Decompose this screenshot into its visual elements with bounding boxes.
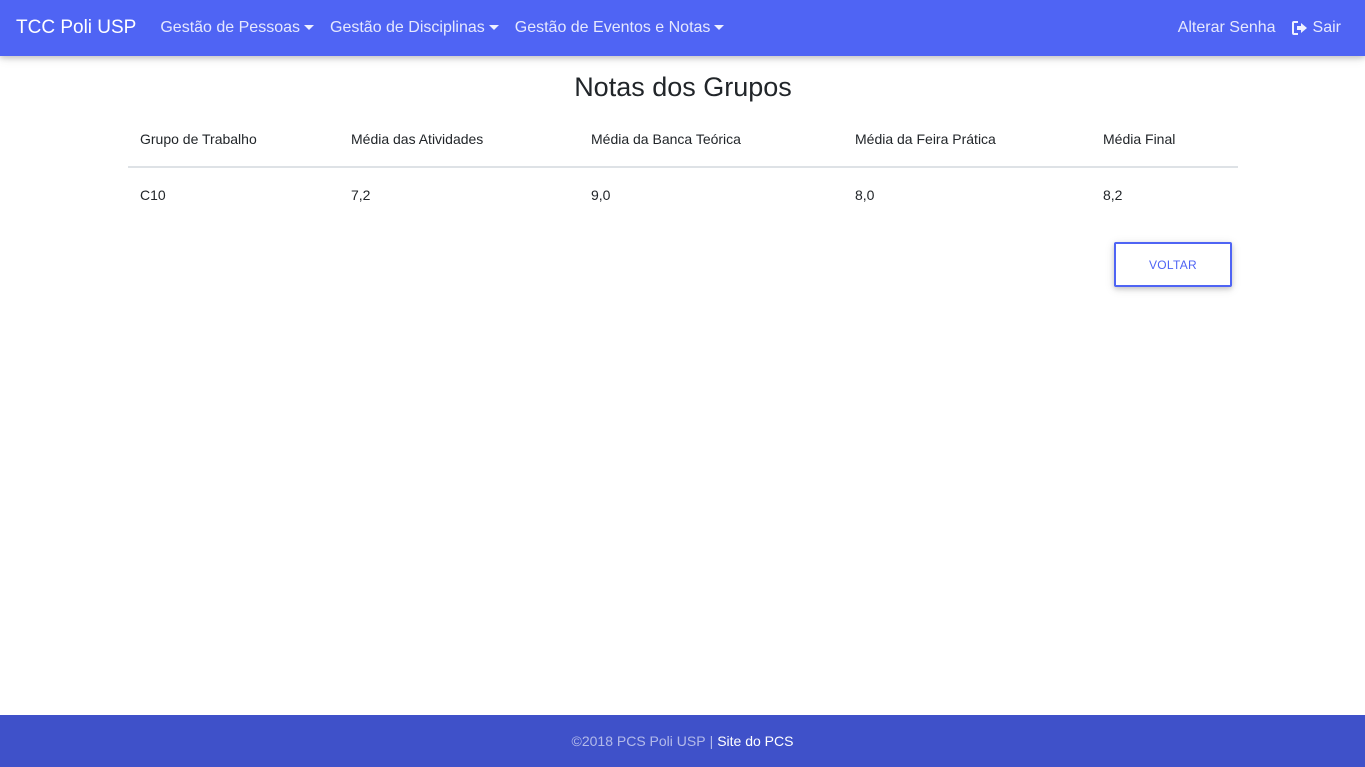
main-content: Notas dos Grupos Grupo de Trabalho Média… bbox=[128, 56, 1238, 302]
menu-gestao-pessoas[interactable]: Gestão de Pessoas bbox=[160, 19, 322, 37]
header-media-feira-pratica: Média da Feira Prática bbox=[843, 112, 1091, 168]
table-header: Grupo de Trabalho Média das Atividades M… bbox=[128, 112, 1238, 168]
user-menu: Alterar Senha Sair bbox=[1170, 19, 1349, 37]
table-row: C10 7,2 9,0 8,0 8,2 bbox=[128, 167, 1238, 222]
caret-down-icon bbox=[304, 24, 314, 30]
main-menu: Gestão de Pessoas Gestão de Disciplinas … bbox=[160, 19, 732, 37]
actions-row: VOLTAR bbox=[128, 222, 1238, 302]
header-media-banca-teorica: Média da Banca Teórica bbox=[579, 112, 843, 168]
menu-gestao-pessoas-label: Gestão de Pessoas bbox=[160, 19, 300, 36]
header-media-atividades: Média das Atividades bbox=[339, 112, 579, 168]
table-header-row: Grupo de Trabalho Média das Atividades M… bbox=[128, 112, 1238, 168]
change-password-link[interactable]: Alterar Senha bbox=[1170, 19, 1284, 37]
menu-gestao-disciplinas[interactable]: Gestão de Disciplinas bbox=[322, 19, 507, 37]
cell-media-atividades: 7,2 bbox=[351, 187, 371, 203]
menu-gestao-eventos-notas-label: Gestão de Eventos e Notas bbox=[514, 19, 711, 36]
footer-site-link[interactable]: Site do PCS bbox=[717, 733, 793, 749]
page-title: Notas dos Grupos bbox=[574, 72, 792, 102]
logout-label: Sair bbox=[1312, 19, 1341, 36]
caret-down-icon bbox=[488, 24, 499, 30]
top-navbar: TCC Poli USP Gestão de Pessoas Gestão de… bbox=[0, 0, 1365, 56]
brand-logo-link[interactable]: TCC Poli USP bbox=[16, 17, 136, 39]
sign-out-icon bbox=[1291, 21, 1308, 35]
cell-media-feira-pratica: 8,0 bbox=[855, 187, 875, 203]
cell-media-banca-teorica: 9,0 bbox=[591, 187, 611, 203]
menu-gestao-disciplinas-label: Gestão de Disciplinas bbox=[330, 19, 485, 36]
back-button[interactable]: VOLTAR bbox=[1114, 242, 1232, 287]
footer-separator: | bbox=[709, 733, 714, 749]
menu-gestao-eventos-notas[interactable]: Gestão de Eventos e Notas bbox=[507, 19, 733, 37]
caret-down-icon bbox=[714, 24, 725, 30]
table-body: C10 7,2 9,0 8,0 8,2 bbox=[128, 167, 1238, 222]
page-footer: ©2018 PCS Poli USP | Site do PCS bbox=[0, 715, 1365, 767]
cell-grupo: C10 bbox=[140, 187, 166, 203]
logout-link[interactable]: Sair bbox=[1284, 19, 1349, 37]
header-grupo-trabalho: Grupo de Trabalho bbox=[128, 112, 339, 168]
cell-media-final: 8,2 bbox=[1103, 187, 1123, 203]
footer-copyright: ©2018 PCS Poli USP bbox=[571, 733, 706, 749]
group-grades-table: Grupo de Trabalho Média das Atividades M… bbox=[128, 112, 1238, 222]
header-media-final: Média Final bbox=[1091, 112, 1238, 168]
